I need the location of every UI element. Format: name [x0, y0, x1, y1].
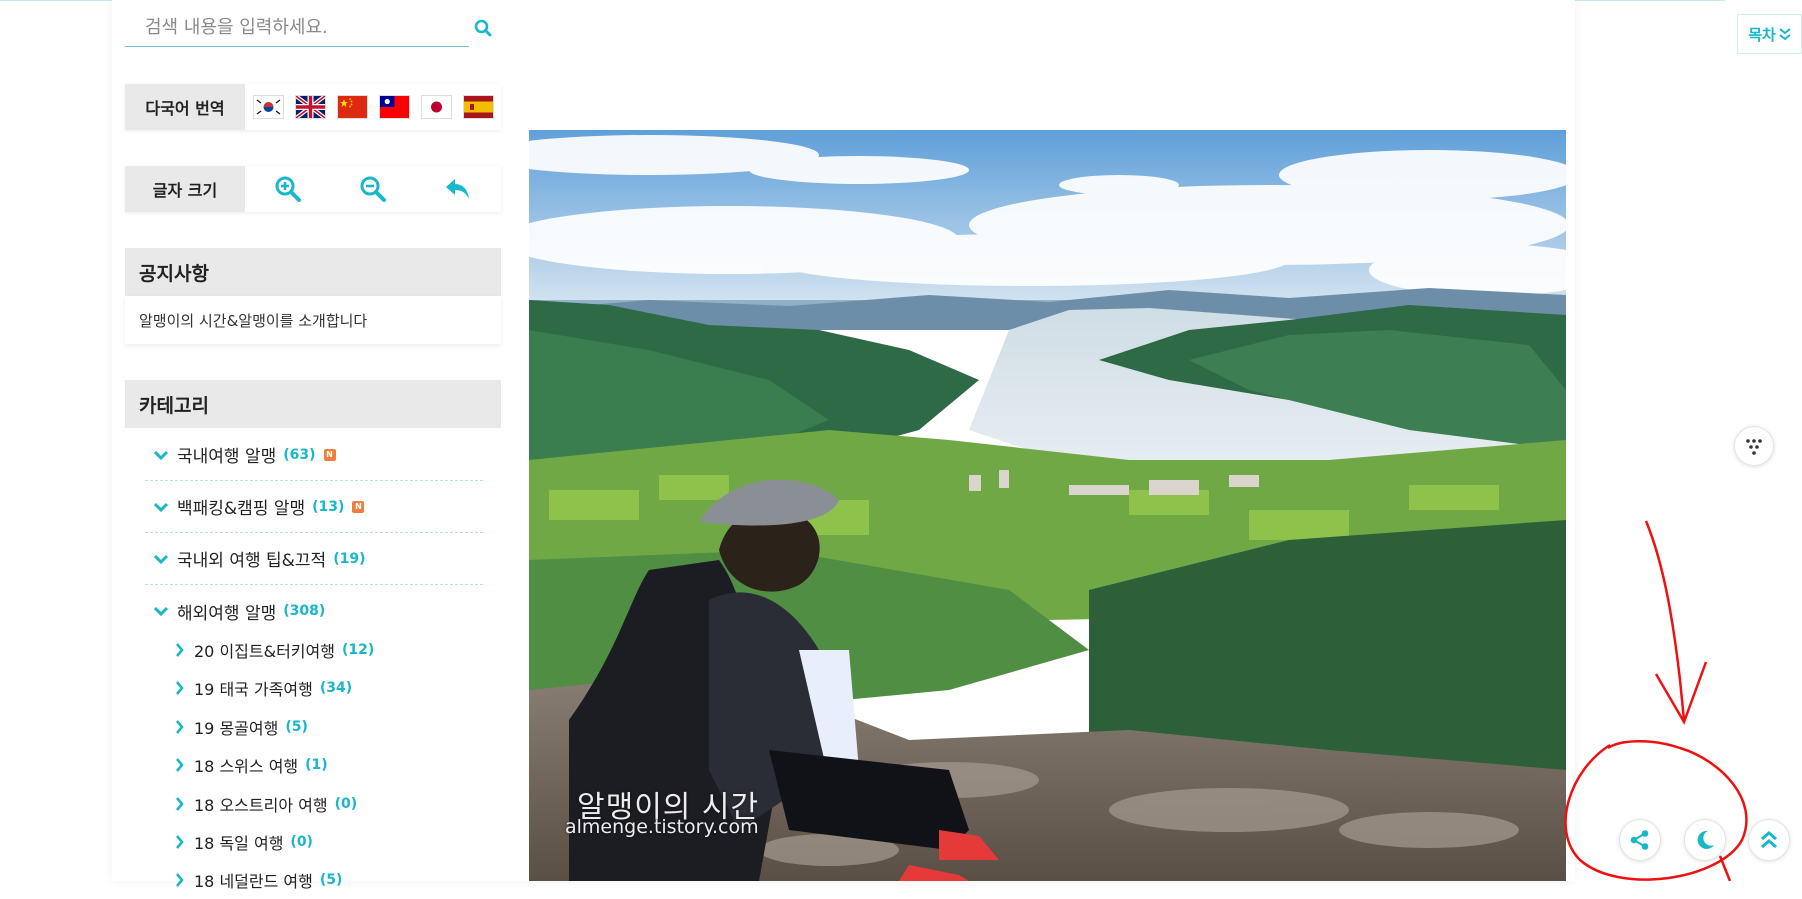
notice-title: 공지사항 [125, 248, 501, 296]
more-menu-button[interactable] [1734, 426, 1774, 466]
uk-flag-icon [295, 96, 325, 118]
moon-icon [1697, 830, 1714, 849]
flag-korea-button[interactable] [252, 95, 284, 119]
search-button[interactable] [469, 14, 497, 42]
toc-label: 목차 [1748, 25, 1776, 44]
subcategory-item[interactable]: 18 네덜란드 여행 (5) [170, 861, 342, 899]
subcategory-count: (5) [285, 719, 308, 735]
chevron-right-icon [170, 873, 188, 887]
subcategory-item[interactable]: 19 태국 가족여행 (34) [170, 669, 352, 707]
category-name: 백패킹&캠핑 알맹 [177, 499, 306, 519]
chevron-right-icon [170, 681, 188, 695]
share-button[interactable] [1619, 819, 1661, 861]
category-item[interactable]: 해외여행 알맹 (308) [145, 585, 483, 637]
spain-flag-icon [463, 96, 493, 118]
share-icon [1630, 830, 1649, 850]
category-item[interactable]: 국내외 여행 팁&끄적 (19) [145, 533, 483, 585]
category-title: 카테고리 [125, 380, 501, 428]
flag-japan-button[interactable] [420, 95, 452, 119]
chevron-right-icon [170, 797, 188, 811]
subcategory-name: 19 몽골여행 [194, 719, 279, 738]
zoom-in-icon [275, 176, 301, 202]
chevron-down-icon [145, 502, 177, 512]
notice-item-link[interactable]: 알맹이의 시간&알맹이를 소개합니다 [125, 296, 501, 344]
translate-label: 다국어 번역 [125, 84, 245, 130]
chevron-down-icon [145, 450, 177, 460]
sidebar: 다국어 번역 [125, 0, 501, 891]
chevron-down-icon [145, 606, 177, 616]
font-size-label: 글자 크기 [125, 166, 245, 212]
category-count: (13) [312, 498, 345, 515]
subcategory-name: 20 이집트&터키여행 [194, 642, 335, 661]
search-input[interactable] [125, 8, 469, 47]
font-size-tools [245, 166, 501, 212]
new-badge: N [323, 448, 336, 461]
category-name: 국내외 여행 팁&끄적 [177, 551, 327, 571]
chevron-right-icon [170, 643, 188, 657]
subcategory-name: 19 태국 가족여행 [194, 680, 313, 699]
search-icon [474, 19, 492, 37]
toc-button[interactable]: 목차 [1737, 14, 1802, 54]
chevron-down-icon [145, 554, 177, 564]
chevron-right-icon [170, 720, 188, 734]
subcategory-item[interactable]: 18 독일 여행 (0) [170, 823, 313, 861]
reset-font-button[interactable] [438, 169, 478, 209]
category-count: (63) [283, 446, 316, 463]
double-chevron-down-icon [1779, 28, 1791, 41]
watermark-url: almenge.tistory.com [565, 816, 759, 838]
subcategory-count: (1) [305, 757, 328, 773]
zoom-in-button[interactable] [268, 169, 308, 209]
subcategory-count: (12) [341, 642, 375, 658]
category-name: 국내여행 알맹 [177, 447, 277, 467]
undo-arrow-icon [446, 179, 470, 199]
subcategory-item[interactable]: 18 오스트리아 여행 (0) [170, 785, 357, 823]
korea-flag-icon [253, 96, 283, 118]
subcategory-name: 18 네덜란드 여행 [194, 872, 313, 891]
subcategory-count: (5) [319, 872, 343, 888]
zoom-out-icon [360, 176, 386, 202]
category-name: 해외여행 알맹 [177, 603, 277, 624]
dots-menu-icon [1746, 439, 1762, 455]
china-flag-icon [337, 96, 367, 118]
chevron-right-icon [170, 835, 188, 849]
double-chevron-up-icon [1761, 831, 1777, 849]
category-count: (308) [283, 603, 326, 619]
subcategory-name: 18 독일 여행 [194, 834, 284, 853]
dark-mode-button[interactable] [1684, 819, 1726, 861]
japan-flag-icon [421, 96, 451, 118]
subcategory-item[interactable]: 18 스위스 여행 (1) [170, 746, 328, 784]
flag-list [245, 84, 501, 130]
category-item[interactable]: 국내여행 알맹 (63) N [145, 429, 483, 481]
flag-taiwan-button[interactable] [378, 95, 410, 119]
flag-spain-button[interactable] [462, 95, 494, 119]
flag-china-button[interactable] [336, 95, 368, 119]
flag-uk-button[interactable] [294, 95, 326, 119]
category-item[interactable]: 백패킹&캠핑 알맹 (13) N [145, 481, 483, 533]
chevron-right-icon [170, 758, 188, 772]
subcategory-name: 18 오스트리아 여행 [194, 796, 328, 815]
post-photo: 알맹이의 시간 almenge.tistory.com [529, 130, 1566, 881]
subcategory-item[interactable]: 20 이집트&터키여행 (12) [170, 631, 374, 669]
subcategory-count: (34) [319, 680, 353, 696]
subcategory-count: (0) [290, 834, 313, 850]
subcategory-item[interactable]: 19 몽골여행 (5) [170, 708, 308, 746]
font-size-widget: 글자 크기 [125, 166, 501, 212]
landscape-photo-image [529, 130, 1566, 881]
search-bar [125, 0, 501, 52]
new-badge: N [352, 500, 365, 513]
zoom-out-button[interactable] [353, 169, 393, 209]
category-count: (19) [333, 550, 366, 567]
subcategory-name: 18 스위스 여행 [194, 757, 299, 776]
taiwan-flag-icon [379, 96, 409, 118]
subcategory-count: (0) [334, 796, 358, 812]
translate-widget: 다국어 번역 [125, 84, 501, 130]
scroll-top-button[interactable] [1748, 819, 1790, 861]
